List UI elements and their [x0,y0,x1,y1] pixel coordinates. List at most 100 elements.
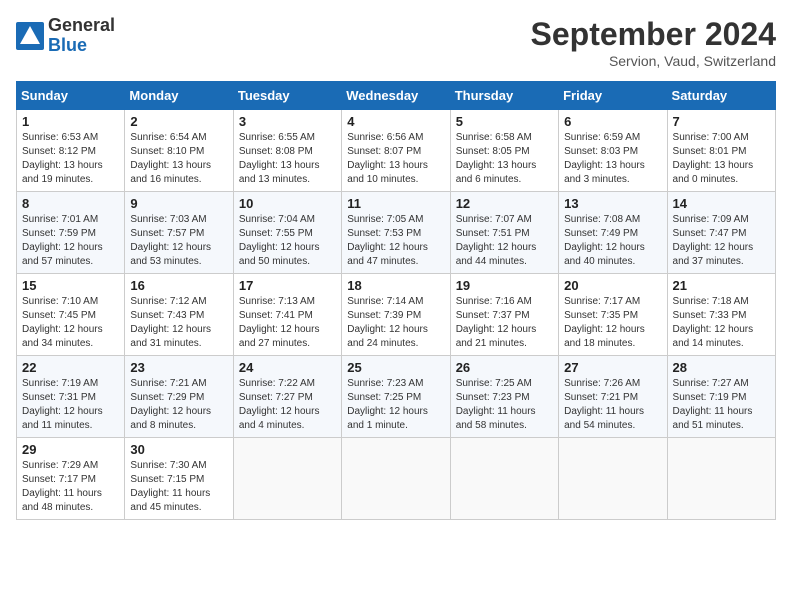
day-cell: 17 Sunrise: 7:13 AMSunset: 7:41 PMDaylig… [233,274,341,356]
weekday-wednesday: Wednesday [342,82,450,110]
weekday-friday: Friday [559,82,667,110]
day-number: 6 [564,114,661,129]
day-detail: Sunrise: 7:17 AMSunset: 7:35 PMDaylight:… [564,295,661,351]
logo-blue: Blue [48,36,115,56]
day-number: 19 [456,278,553,293]
day-number: 25 [347,360,444,375]
weekday-header-row: SundayMondayTuesdayWednesdayThursdayFrid… [17,82,776,110]
day-cell: 16 Sunrise: 7:12 AMSunset: 7:43 PMDaylig… [125,274,233,356]
day-detail: Sunrise: 6:54 AMSunset: 8:10 PMDaylight:… [130,131,227,187]
day-detail: Sunrise: 7:21 AMSunset: 7:29 PMDaylight:… [130,377,227,433]
week-row-3: 15 Sunrise: 7:10 AMSunset: 7:45 PMDaylig… [17,274,776,356]
day-detail: Sunrise: 7:16 AMSunset: 7:37 PMDaylight:… [456,295,553,351]
day-cell: 30 Sunrise: 7:30 AMSunset: 7:15 PMDaylig… [125,438,233,520]
day-number: 29 [22,442,119,457]
day-cell: 23 Sunrise: 7:21 AMSunset: 7:29 PMDaylig… [125,356,233,438]
day-cell: 5 Sunrise: 6:58 AMSunset: 8:05 PMDayligh… [450,110,558,192]
day-detail: Sunrise: 7:22 AMSunset: 7:27 PMDaylight:… [239,377,336,433]
day-number: 9 [130,196,227,211]
weekday-saturday: Saturday [667,82,775,110]
logo-icon [16,22,44,50]
day-cell: 12 Sunrise: 7:07 AMSunset: 7:51 PMDaylig… [450,192,558,274]
day-cell: 20 Sunrise: 7:17 AMSunset: 7:35 PMDaylig… [559,274,667,356]
weekday-sunday: Sunday [17,82,125,110]
day-number: 16 [130,278,227,293]
day-detail: Sunrise: 6:59 AMSunset: 8:03 PMDaylight:… [564,131,661,187]
day-number: 1 [22,114,119,129]
day-number: 27 [564,360,661,375]
day-detail: Sunrise: 7:08 AMSunset: 7:49 PMDaylight:… [564,213,661,269]
day-cell: 2 Sunrise: 6:54 AMSunset: 8:10 PMDayligh… [125,110,233,192]
day-cell [559,438,667,520]
day-detail: Sunrise: 7:01 AMSunset: 7:59 PMDaylight:… [22,213,119,269]
day-number: 28 [673,360,770,375]
location: Servion, Vaud, Switzerland [531,53,776,69]
day-cell: 21 Sunrise: 7:18 AMSunset: 7:33 PMDaylig… [667,274,775,356]
day-cell: 1 Sunrise: 6:53 AMSunset: 8:12 PMDayligh… [17,110,125,192]
day-detail: Sunrise: 7:13 AMSunset: 7:41 PMDaylight:… [239,295,336,351]
day-cell [233,438,341,520]
day-number: 13 [564,196,661,211]
day-detail: Sunrise: 7:14 AMSunset: 7:39 PMDaylight:… [347,295,444,351]
day-number: 20 [564,278,661,293]
day-cell: 19 Sunrise: 7:16 AMSunset: 7:37 PMDaylig… [450,274,558,356]
day-cell: 8 Sunrise: 7:01 AMSunset: 7:59 PMDayligh… [17,192,125,274]
day-number: 21 [673,278,770,293]
day-cell: 15 Sunrise: 7:10 AMSunset: 7:45 PMDaylig… [17,274,125,356]
day-detail: Sunrise: 6:56 AMSunset: 8:07 PMDaylight:… [347,131,444,187]
day-cell: 11 Sunrise: 7:05 AMSunset: 7:53 PMDaylig… [342,192,450,274]
day-cell: 13 Sunrise: 7:08 AMSunset: 7:49 PMDaylig… [559,192,667,274]
week-row-4: 22 Sunrise: 7:19 AMSunset: 7:31 PMDaylig… [17,356,776,438]
day-cell [667,438,775,520]
day-cell: 24 Sunrise: 7:22 AMSunset: 7:27 PMDaylig… [233,356,341,438]
day-number: 3 [239,114,336,129]
title-block: September 2024 Servion, Vaud, Switzerlan… [531,16,776,69]
day-detail: Sunrise: 7:30 AMSunset: 7:15 PMDaylight:… [130,459,227,515]
logo-text: General Blue [48,16,115,56]
day-detail: Sunrise: 7:25 AMSunset: 7:23 PMDaylight:… [456,377,553,433]
day-number: 23 [130,360,227,375]
day-number: 2 [130,114,227,129]
day-number: 11 [347,196,444,211]
day-number: 24 [239,360,336,375]
day-cell: 4 Sunrise: 6:56 AMSunset: 8:07 PMDayligh… [342,110,450,192]
calendar-body: 1 Sunrise: 6:53 AMSunset: 8:12 PMDayligh… [17,110,776,520]
day-detail: Sunrise: 6:53 AMSunset: 8:12 PMDaylight:… [22,131,119,187]
day-detail: Sunrise: 7:23 AMSunset: 7:25 PMDaylight:… [347,377,444,433]
logo: General Blue [16,16,115,56]
day-detail: Sunrise: 7:18 AMSunset: 7:33 PMDaylight:… [673,295,770,351]
day-cell: 10 Sunrise: 7:04 AMSunset: 7:55 PMDaylig… [233,192,341,274]
day-cell: 22 Sunrise: 7:19 AMSunset: 7:31 PMDaylig… [17,356,125,438]
day-detail: Sunrise: 7:03 AMSunset: 7:57 PMDaylight:… [130,213,227,269]
day-number: 10 [239,196,336,211]
day-detail: Sunrise: 7:05 AMSunset: 7:53 PMDaylight:… [347,213,444,269]
logo-general: General [48,16,115,36]
day-cell: 9 Sunrise: 7:03 AMSunset: 7:57 PMDayligh… [125,192,233,274]
day-number: 26 [456,360,553,375]
day-cell: 29 Sunrise: 7:29 AMSunset: 7:17 PMDaylig… [17,438,125,520]
day-detail: Sunrise: 7:04 AMSunset: 7:55 PMDaylight:… [239,213,336,269]
day-number: 7 [673,114,770,129]
day-cell: 26 Sunrise: 7:25 AMSunset: 7:23 PMDaylig… [450,356,558,438]
day-cell [342,438,450,520]
day-number: 15 [22,278,119,293]
day-detail: Sunrise: 7:27 AMSunset: 7:19 PMDaylight:… [673,377,770,433]
day-number: 4 [347,114,444,129]
day-cell: 3 Sunrise: 6:55 AMSunset: 8:08 PMDayligh… [233,110,341,192]
day-cell: 7 Sunrise: 7:00 AMSunset: 8:01 PMDayligh… [667,110,775,192]
day-number: 14 [673,196,770,211]
day-number: 5 [456,114,553,129]
week-row-1: 1 Sunrise: 6:53 AMSunset: 8:12 PMDayligh… [17,110,776,192]
day-number: 22 [22,360,119,375]
day-cell: 25 Sunrise: 7:23 AMSunset: 7:25 PMDaylig… [342,356,450,438]
day-number: 8 [22,196,119,211]
day-detail: Sunrise: 7:19 AMSunset: 7:31 PMDaylight:… [22,377,119,433]
day-cell [450,438,558,520]
weekday-monday: Monday [125,82,233,110]
week-row-2: 8 Sunrise: 7:01 AMSunset: 7:59 PMDayligh… [17,192,776,274]
month-year: September 2024 [531,16,776,53]
day-detail: Sunrise: 7:29 AMSunset: 7:17 PMDaylight:… [22,459,119,515]
day-detail: Sunrise: 7:12 AMSunset: 7:43 PMDaylight:… [130,295,227,351]
day-detail: Sunrise: 7:26 AMSunset: 7:21 PMDaylight:… [564,377,661,433]
day-number: 30 [130,442,227,457]
